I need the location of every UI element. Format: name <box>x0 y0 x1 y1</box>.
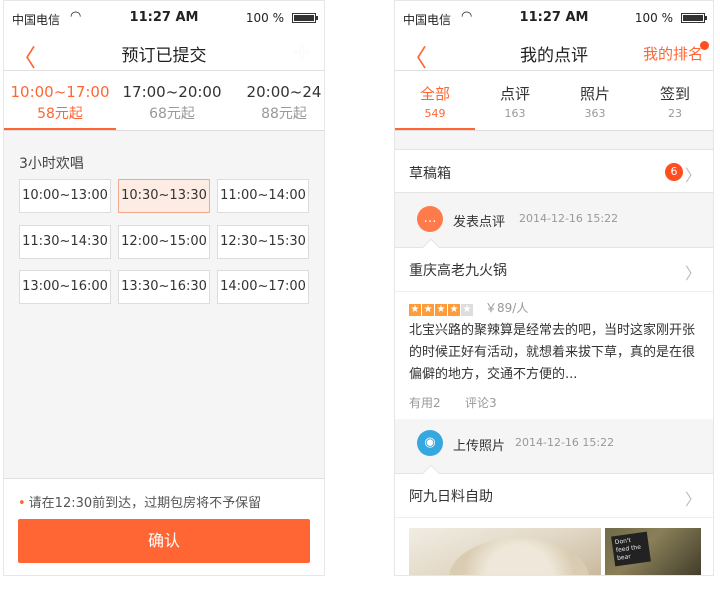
booking-screen: 中国电信 ◠ 11:27 AM 100 % 〈 预订已提交 + 10:00~17… <box>3 0 325 576</box>
chevron-right-icon: 〉 <box>684 166 701 185</box>
photo-thumbnail[interactable]: Don't feed the bear <box>605 528 701 575</box>
photo-thumbnail[interactable] <box>409 528 601 575</box>
tab-label: 照片 <box>579 85 610 103</box>
review-tabs: 全部 549 点评 163 照片 363 签到 23 <box>395 71 713 131</box>
time-slot-range: 10:00~17:00 <box>10 83 110 101</box>
tab-count: 549 <box>424 107 446 120</box>
confirm-button[interactable]: 确认 <box>18 519 310 563</box>
time-slot-tab[interactable]: 17:00~20:00 68元起 <box>116 83 228 123</box>
camera-icon: ◉ <box>417 430 443 456</box>
tab-label: 点评 <box>499 85 530 103</box>
time-option[interactable]: 11:30~14:30 <box>19 225 111 259</box>
photo-sign: Don't feed the bear <box>611 531 651 567</box>
active-tab-indicator <box>4 128 116 130</box>
tab-count: 363 <box>584 107 606 120</box>
shop-row[interactable]: 重庆高老九火锅 〉 <box>395 248 713 292</box>
star-icon: ★ <box>409 304 421 316</box>
time-option[interactable]: 13:00~16:00 <box>19 270 111 304</box>
chevron-right-icon: 〉 <box>684 264 701 283</box>
review-body: ★ ★ ★ ★ ★ ￥89/人 北宝兴路的聚辣算是经常去的吧，当时这家刚开张的时候正好有… <box>395 292 713 420</box>
time-option[interactable]: 12:30~15:30 <box>217 225 309 259</box>
time-option[interactable]: 10:00~13:00 <box>19 179 111 213</box>
drafts-count-badge: 6 <box>665 163 683 181</box>
star-icon: ★ <box>448 304 460 316</box>
useful-count[interactable]: 有用2 <box>409 394 441 411</box>
chevron-right-icon: 〉 <box>684 490 701 509</box>
event-time: 2014-12-16 15:22 <box>519 212 619 225</box>
time-option[interactable]: 14:00~17:00 <box>217 270 309 304</box>
status-bar: 中国电信 ◠ 11:27 AM 100 % <box>395 1 713 35</box>
tab-label: 签到 <box>659 85 690 103</box>
time-slot-tabs: 10:00~17:00 58元起 17:00~20:00 68元起 20:00~… <box>4 71 324 131</box>
shop-row[interactable]: 阿九日料自助 〉 <box>395 474 713 518</box>
event-label: 上传照片 <box>453 439 506 454</box>
event-time: 2014-12-16 15:22 <box>515 436 615 449</box>
tab-all[interactable]: 全部 549 <box>395 83 475 120</box>
drafts-label: 草稿箱 <box>409 166 451 182</box>
time-slot-range: 17:00~20:00 <box>122 83 222 101</box>
arrival-notice: • 请在12:30前到达，过期包房将不予保留 <box>18 492 261 511</box>
photo-event-header: ◉ 上传照片 2014-12-16 15:22 <box>395 425 713 461</box>
package-label: 3小时欢唱 <box>19 156 84 172</box>
active-tab-indicator <box>395 128 475 130</box>
time-slot-tab[interactable]: 10:00~17:00 58元起 <box>4 83 116 123</box>
comment-count[interactable]: 评论3 <box>465 394 497 411</box>
time-slot-price: 68元起 <box>149 106 195 122</box>
time-option[interactable]: 11:00~14:00 <box>217 179 309 213</box>
photo-card[interactable]: 阿九日料自助 〉 Don't feed the bear <box>395 464 713 575</box>
review-text: 北宝兴路的聚辣算是经常去的吧，当时这家刚开张的时候正好有活动，就想着来拔下草，真… <box>409 323 696 382</box>
star-empty-icon: ★ <box>461 304 473 316</box>
time-slot-price: 88元起 <box>261 106 307 122</box>
tab-count: 23 <box>668 107 682 120</box>
battery-percent: 100 % <box>245 11 284 25</box>
page-title: 预订已提交 <box>121 46 207 66</box>
average-price: ￥89/人 <box>485 301 529 315</box>
shop-name: 阿九日料自助 <box>409 489 493 505</box>
event-label: 发表点评 <box>453 215 506 230</box>
notification-dot <box>700 41 709 50</box>
time-slot-range: 20:00~24 <box>246 83 322 101</box>
time-slot-tab[interactable]: 20:00~24 88元起 <box>228 83 324 123</box>
time-slot-price: 58元起 <box>37 106 83 122</box>
battery-icon <box>292 13 318 23</box>
tab-checkins[interactable]: 签到 23 <box>635 83 713 120</box>
my-reviews-screen: 中国电信 ◠ 11:27 AM 100 % 〈 我的点评 我的排名 全部 549… <box>394 0 714 576</box>
bullet-icon: • <box>18 496 26 511</box>
time-option[interactable]: 12:00~15:00 <box>118 225 210 259</box>
time-option-selected[interactable]: 10:30~13:30 <box>118 179 210 213</box>
plus-icon[interactable]: + <box>292 37 312 65</box>
tab-reviews[interactable]: 点评 163 <box>475 83 555 120</box>
review-card[interactable]: 重庆高老九火锅 〉 ★ ★ ★ ★ ★ ￥89/人 北宝兴路的聚辣算是经常去的吧，当时这… <box>395 238 713 420</box>
battery-icon <box>681 13 707 23</box>
time-option[interactable]: 13:30~16:30 <box>118 270 210 304</box>
nav-bar: 〈 我的点评 我的排名 <box>395 35 713 72</box>
tab-label: 全部 <box>419 85 450 103</box>
my-ranking-link[interactable]: 我的排名 <box>643 43 703 64</box>
tab-count: 163 <box>504 107 526 120</box>
tab-photos[interactable]: 照片 363 <box>555 83 635 120</box>
arrival-notice-text: 请在12:30前到达，过期包房将不予保留 <box>28 496 262 511</box>
chat-bubble-icon: … <box>417 206 443 232</box>
shop-name: 重庆高老九火锅 <box>409 263 507 279</box>
star-rating: ★ ★ ★ ★ ★ <box>409 301 474 316</box>
booking-footer: • 请在12:30前到达，过期包房将不予保留 确认 <box>4 478 324 575</box>
battery-percent: 100 % <box>634 11 673 25</box>
star-icon: ★ <box>435 304 447 316</box>
nav-bar: 〈 预订已提交 + <box>4 35 324 72</box>
star-icon: ★ <box>422 304 434 316</box>
review-event-header: … 发表点评 2014-12-16 15:22 <box>395 201 713 237</box>
status-bar: 中国电信 ◠ 11:27 AM 100 % <box>4 1 324 35</box>
drafts-row[interactable]: 草稿箱 6 〉 <box>395 149 713 193</box>
